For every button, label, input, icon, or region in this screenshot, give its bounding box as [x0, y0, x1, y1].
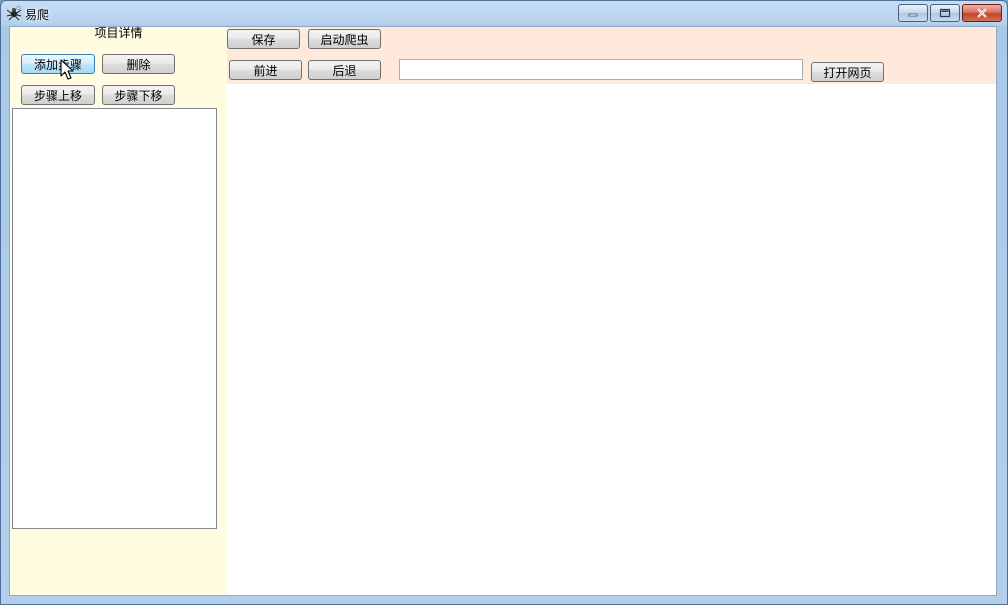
delete-button[interactable]: 删除 [102, 54, 175, 74]
spider-app-icon [6, 6, 22, 21]
minimize-button[interactable] [898, 4, 928, 22]
back-button[interactable]: 后退 [308, 60, 381, 80]
open-page-button[interactable]: 打开网页 [811, 62, 884, 82]
start-crawler-button[interactable]: 启动爬虫 [308, 29, 381, 49]
steps-list[interactable] [12, 108, 217, 529]
url-input[interactable] [399, 59, 803, 80]
client-area: 项目详情 添加步骤 删除 步骤上移 步骤下移 保存 启动爬虫 前进 后退 打开网… [9, 26, 997, 596]
forward-button[interactable]: 前进 [229, 60, 302, 80]
maximize-button[interactable] [930, 4, 960, 22]
move-step-up-button[interactable]: 步骤上移 [21, 85, 95, 105]
close-icon [977, 8, 987, 18]
save-button[interactable]: 保存 [227, 29, 300, 49]
app-window: 易爬 项目详情 添加步骤 删除 步骤上移 步骤下移 保存 启动爬虫 前进 后退 … [0, 0, 1008, 605]
browser-toolbar: 保存 启动爬虫 前进 后退 打开网页 [227, 27, 996, 84]
maximize-icon [939, 8, 951, 18]
add-step-button[interactable]: 添加步骤 [21, 54, 95, 74]
move-step-down-button[interactable]: 步骤下移 [102, 85, 175, 105]
panel-title: 项目详情 [94, 26, 143, 40]
web-page-view[interactable] [227, 84, 996, 595]
project-details-panel: 项目详情 添加步骤 删除 步骤上移 步骤下移 [10, 27, 227, 595]
minimize-icon [908, 13, 918, 17]
window-title: 易爬 [25, 8, 50, 22]
title-bar[interactable]: 易爬 [1, 1, 1007, 26]
close-button[interactable] [962, 4, 1002, 22]
